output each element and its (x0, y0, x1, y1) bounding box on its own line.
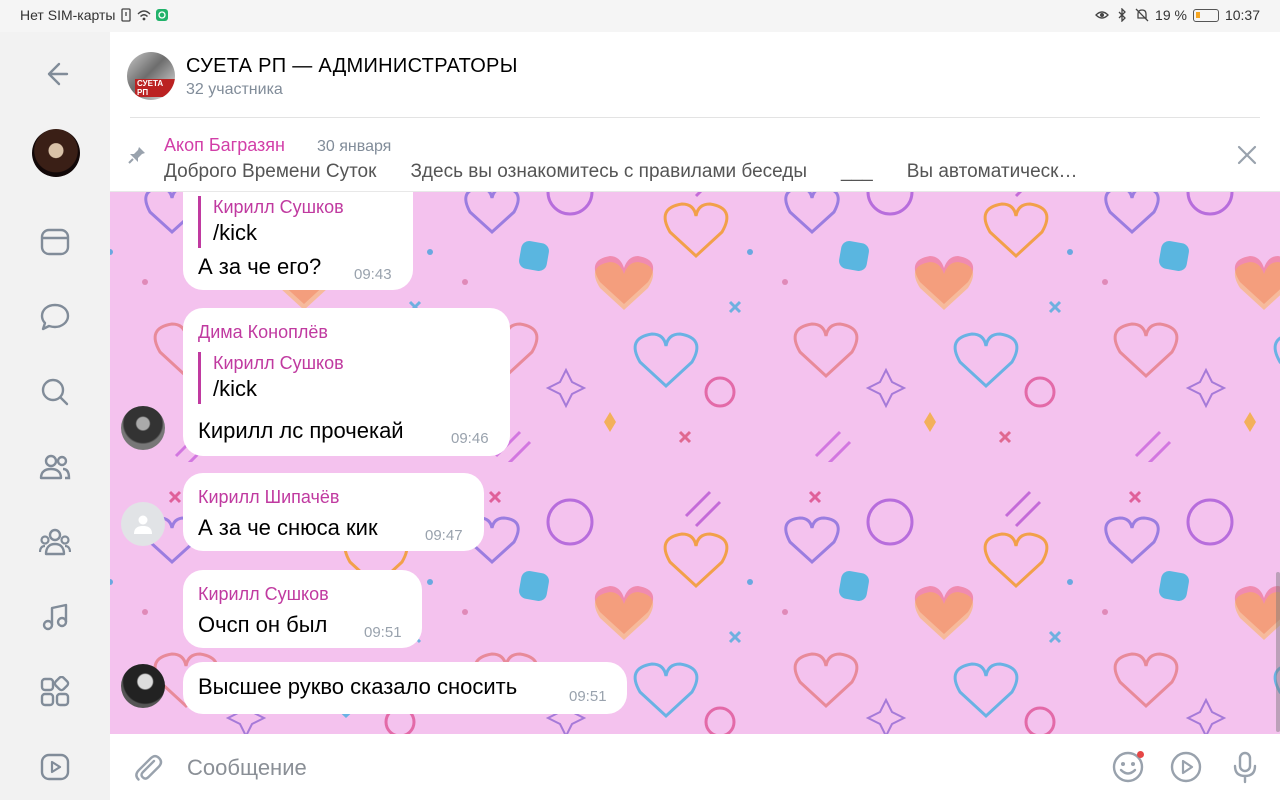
composer (110, 734, 1280, 800)
message-text: Кирилл лс прочекай (198, 418, 404, 443)
avatar[interactable] (121, 502, 165, 546)
message-time: 09:51 (569, 688, 607, 705)
chat-avatar-logo: СУЕТА РП (135, 79, 175, 97)
pinned-text-part: Здесь вы ознакомитесь с правилами беседы (410, 161, 808, 182)
wifi-icon (137, 10, 151, 21)
message-text: Высшее рукво сказало сносить (198, 674, 518, 699)
bluetooth-icon (1118, 8, 1126, 22)
emoji-icon[interactable] (1110, 749, 1146, 785)
pinned-text-part: Вы автоматическ… (906, 161, 1078, 182)
message-text: Очсп он был (198, 612, 328, 637)
pinned-text-part: Доброго Времени Суток (164, 161, 377, 182)
pinned-message[interactable]: Акоп Багразян 30 января Доброго Времени … (110, 118, 1280, 192)
chat-title: СУЕТА РП — АДМИНИСТРАТОРЫ (186, 55, 518, 77)
message-text: А за че снюса кик (198, 515, 378, 540)
music-icon[interactable] (35, 597, 75, 637)
battery-percent: 19 % (1155, 7, 1187, 23)
friends-icon[interactable] (35, 447, 75, 487)
reply-author: Кирилл Сушков (213, 197, 344, 217)
pinned-date: 30 января (317, 138, 392, 155)
user-placeholder-icon (134, 515, 152, 534)
status-bar: Нет SIM-карты 19 % 10:37 (0, 0, 1280, 32)
message-text: А за че его? (198, 254, 322, 279)
mute-bell-icon (1135, 8, 1149, 22)
message-bubble[interactable]: Кирилл Шипачёв А за че снюса кик 09:47 (183, 473, 484, 551)
back-arrow-icon[interactable] (35, 54, 75, 94)
reply-quote[interactable]: Кирилл Сушков /kick (198, 352, 344, 404)
avatar[interactable] (121, 406, 165, 450)
app-notification-icon (156, 9, 169, 21)
profile-avatar[interactable] (32, 129, 80, 177)
message-time: 09:46 (451, 430, 489, 447)
services-icon[interactable] (35, 672, 75, 712)
messages-icon[interactable] (35, 297, 75, 337)
pinned-author: Акоп Багразян (164, 135, 285, 155)
clock: 10:37 (1224, 7, 1260, 23)
attach-icon[interactable] (132, 751, 164, 783)
chat-avatar[interactable]: СУЕТА РП (127, 52, 175, 100)
close-icon[interactable] (1236, 144, 1258, 166)
pin-icon (128, 147, 145, 164)
message-bubble[interactable]: Высшее рукво сказало сносить 09:51 (183, 662, 627, 714)
search-icon[interactable] (35, 372, 75, 412)
message-author[interactable]: Дима Коноплёв (198, 322, 328, 343)
message-author[interactable]: Кирилл Сушков (198, 584, 329, 605)
chat-header[interactable]: СУЕТА РП СУЕТА РП — АДМИНИСТРАТОРЫ 32 уч… (110, 32, 1280, 118)
microphone-icon[interactable] (1227, 749, 1263, 785)
avatar[interactable] (121, 664, 165, 708)
no-sim-icon (121, 8, 132, 22)
message-bubble[interactable]: Дима Коноплёв Кирилл Сушков /kick Кирилл… (183, 308, 510, 456)
navigation-rail (0, 32, 110, 800)
reply-quote[interactable]: Кирилл Сушков /kick (198, 196, 344, 248)
message-time: 09:43 (354, 266, 392, 283)
pinned-text-part: ___ (841, 161, 873, 182)
video-icon[interactable] (35, 747, 75, 787)
battery-icon (1192, 8, 1219, 22)
carrier-label: Нет SIM-карты (20, 7, 116, 23)
message-bubble[interactable]: Кирилл Сушков Очсп он был 09:51 (183, 570, 422, 648)
reply-author: Кирилл Сушков (213, 353, 344, 373)
message-author[interactable]: Кирилл Шипачёв (198, 487, 339, 508)
member-count: 32 участника (186, 81, 283, 98)
pinned-text: Доброго Времени Суток Здесь вы ознакомите… (164, 161, 1111, 183)
communities-icon[interactable] (35, 522, 75, 562)
eye-icon (1095, 11, 1109, 19)
reply-text: /kick (213, 220, 257, 245)
news-icon[interactable] (35, 222, 75, 262)
message-time: 09:47 (425, 527, 463, 544)
message-time: 09:51 (364, 624, 402, 641)
battery-fill (1195, 11, 1200, 18)
video-message-icon[interactable] (1168, 749, 1204, 785)
message-input[interactable] (187, 750, 1087, 786)
message-list[interactable]: Кирилл Сушков /kick А за че его? 09:43 Д… (110, 192, 1280, 734)
reply-text: /kick (213, 376, 257, 401)
message-bubble[interactable]: Кирилл Сушков /kick А за че его? 09:43 (183, 192, 413, 290)
scrollbar[interactable] (1276, 572, 1280, 732)
notification-dot (1137, 751, 1144, 758)
